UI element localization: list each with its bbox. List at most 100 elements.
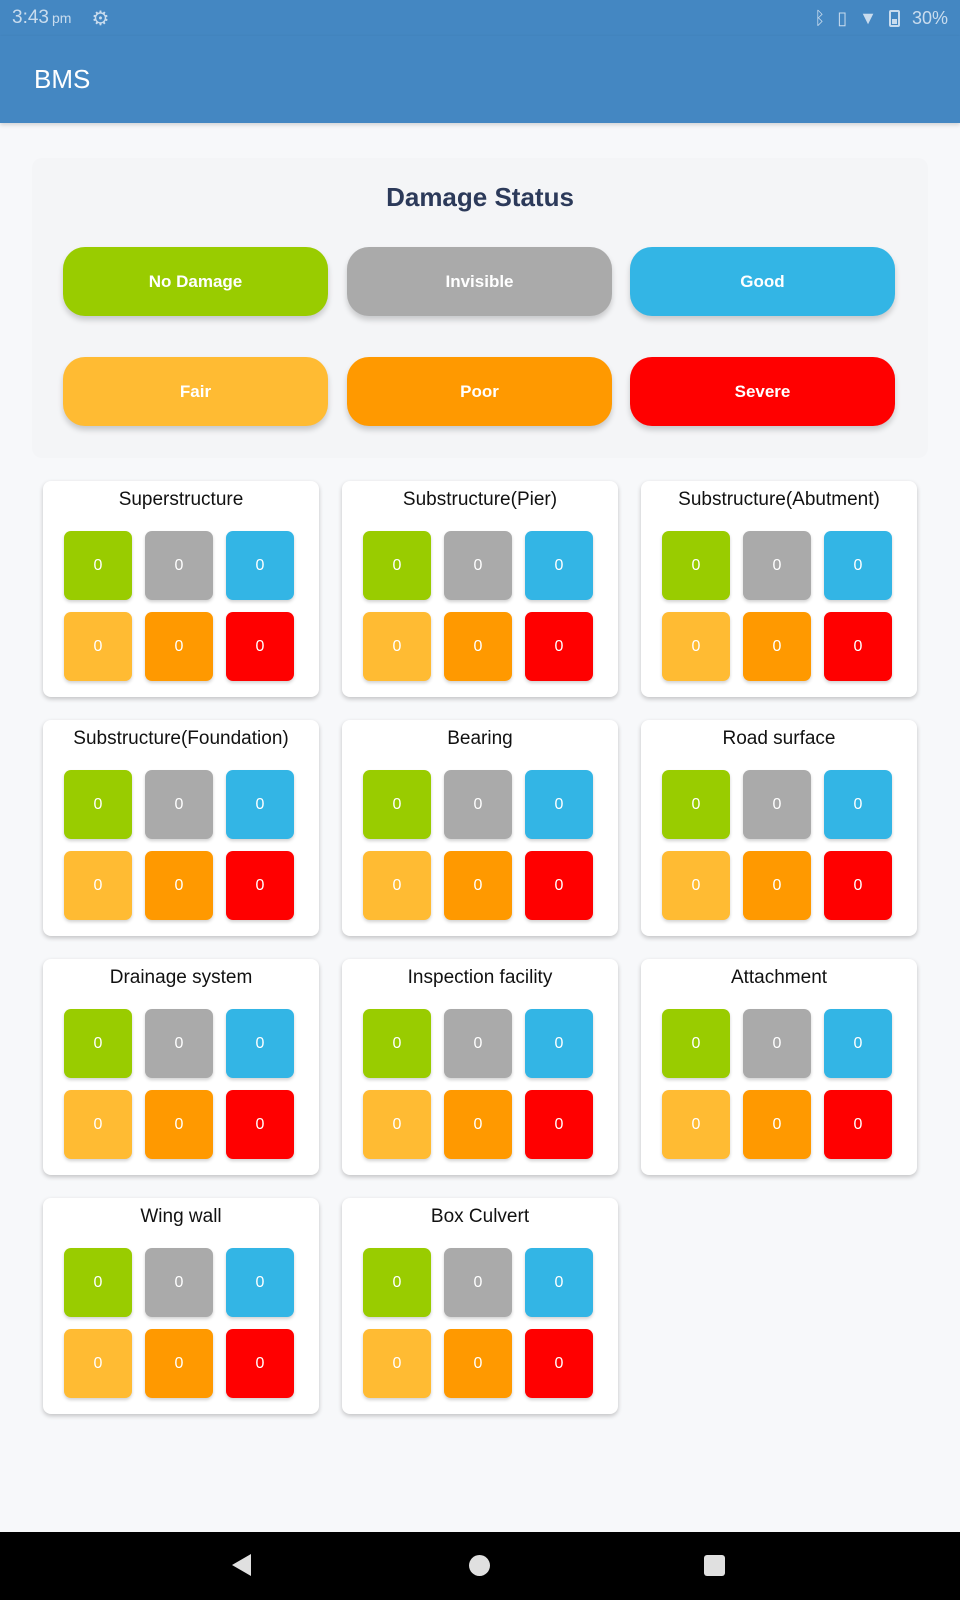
count-severe[interactable]: 0 (226, 612, 294, 681)
count-good[interactable]: 0 (824, 531, 892, 600)
count-poor[interactable]: 0 (444, 851, 512, 920)
count-good[interactable]: 0 (525, 531, 593, 600)
count-no-damage[interactable]: 0 (64, 1248, 132, 1317)
recent-apps-icon[interactable] (704, 1555, 725, 1576)
count-poor[interactable]: 0 (444, 1329, 512, 1398)
component-card[interactable]: Substructure(Foundation) 0 0 0 0 0 0 (43, 720, 319, 936)
count-invisible[interactable]: 0 (743, 770, 811, 839)
count-fair[interactable]: 0 (363, 1090, 431, 1159)
back-icon[interactable] (232, 1554, 251, 1576)
count-severe[interactable]: 0 (824, 1090, 892, 1159)
status-time: 3:43 pm (12, 7, 72, 28)
count-severe[interactable]: 0 (226, 1090, 294, 1159)
legend-no-damage-button[interactable]: No Damage (63, 247, 328, 316)
count-fair[interactable]: 0 (363, 612, 431, 681)
count-fair[interactable]: 0 (363, 1329, 431, 1398)
navigation-bar (0, 1532, 960, 1600)
count-poor[interactable]: 0 (444, 1090, 512, 1159)
count-poor[interactable]: 0 (743, 851, 811, 920)
component-card[interactable]: Wing wall 0 0 0 0 0 0 (43, 1198, 319, 1414)
count-fair[interactable]: 0 (363, 851, 431, 920)
component-card-title: Inspection facility (407, 967, 553, 988)
component-card-title: Box Culvert (430, 1206, 530, 1227)
count-poor[interactable]: 0 (145, 612, 213, 681)
status-bar: 3:43 pm ⚙ ᛒ ▯ ▼ 30% (0, 0, 960, 36)
app-title: BMS (34, 64, 91, 94)
count-poor[interactable]: 0 (743, 612, 811, 681)
count-good[interactable]: 0 (226, 770, 294, 839)
component-card[interactable]: Box Culvert 0 0 0 0 0 0 (342, 1198, 618, 1414)
legend-good-button[interactable]: Good (630, 247, 895, 316)
count-poor[interactable]: 0 (444, 612, 512, 681)
count-severe[interactable]: 0 (525, 1329, 593, 1398)
count-fair[interactable]: 0 (662, 1090, 730, 1159)
component-card-title: Bearing (447, 728, 513, 749)
count-fair[interactable]: 0 (662, 612, 730, 681)
count-good[interactable]: 0 (525, 1248, 593, 1317)
count-fair[interactable]: 0 (64, 851, 132, 920)
count-invisible[interactable]: 0 (444, 1009, 512, 1078)
count-no-damage[interactable]: 0 (363, 1009, 431, 1078)
count-good[interactable]: 0 (226, 531, 294, 600)
component-card[interactable]: Substructure(Pier) 0 0 0 0 0 0 (342, 481, 618, 697)
count-good[interactable]: 0 (525, 770, 593, 839)
count-severe[interactable]: 0 (525, 612, 593, 681)
count-poor[interactable]: 0 (145, 1090, 213, 1159)
count-poor[interactable]: 0 (743, 1090, 811, 1159)
count-poor[interactable]: 0 (145, 1329, 213, 1398)
app-bar: BMS (0, 36, 960, 123)
count-severe[interactable]: 0 (226, 851, 294, 920)
count-no-damage[interactable]: 0 (662, 1009, 730, 1078)
component-card[interactable]: Superstructure 0 0 0 0 0 0 (43, 481, 319, 697)
count-invisible[interactable]: 0 (743, 531, 811, 600)
count-no-damage[interactable]: 0 (64, 770, 132, 839)
count-no-damage[interactable]: 0 (64, 531, 132, 600)
component-card[interactable]: Substructure(Abutment) 0 0 0 0 0 0 (641, 481, 917, 697)
component-card[interactable]: Attachment 0 0 0 0 0 0 (641, 959, 917, 1175)
count-no-damage[interactable]: 0 (363, 1248, 431, 1317)
component-card[interactable]: Inspection facility 0 0 0 0 0 0 (342, 959, 618, 1175)
count-invisible[interactable]: 0 (145, 531, 213, 600)
component-card-title: Drainage system (109, 967, 253, 988)
count-no-damage[interactable]: 0 (64, 1009, 132, 1078)
count-invisible[interactable]: 0 (145, 770, 213, 839)
component-card[interactable]: Road surface 0 0 0 0 0 0 (641, 720, 917, 936)
count-invisible[interactable]: 0 (444, 531, 512, 600)
home-icon[interactable] (469, 1555, 490, 1576)
count-no-damage[interactable]: 0 (363, 770, 431, 839)
count-good[interactable]: 0 (824, 1009, 892, 1078)
count-no-damage[interactable]: 0 (662, 531, 730, 600)
count-no-damage[interactable]: 0 (662, 770, 730, 839)
count-invisible[interactable]: 0 (743, 1009, 811, 1078)
count-severe[interactable]: 0 (525, 1090, 593, 1159)
component-card[interactable]: Drainage system 0 0 0 0 0 0 (43, 959, 319, 1175)
count-fair[interactable]: 0 (64, 612, 132, 681)
legend-title: Damage Status (386, 182, 574, 212)
count-invisible[interactable]: 0 (444, 1248, 512, 1317)
legend-severe-button[interactable]: Severe (630, 357, 895, 426)
count-invisible[interactable]: 0 (444, 770, 512, 839)
count-severe[interactable]: 0 (824, 612, 892, 681)
count-good[interactable]: 0 (226, 1009, 294, 1078)
component-card[interactable]: Bearing 0 0 0 0 0 0 (342, 720, 618, 936)
component-card-title: Attachment (730, 967, 828, 988)
count-severe[interactable]: 0 (226, 1329, 294, 1398)
count-severe[interactable]: 0 (824, 851, 892, 920)
count-good[interactable]: 0 (824, 770, 892, 839)
count-no-damage[interactable]: 0 (363, 531, 431, 600)
component-card-title: Substructure(Foundation) (73, 728, 289, 749)
legend-invisible-button[interactable]: Invisible (347, 247, 612, 316)
count-severe[interactable]: 0 (525, 851, 593, 920)
count-invisible[interactable]: 0 (145, 1248, 213, 1317)
legend-poor-button[interactable]: Poor (347, 357, 612, 426)
count-fair[interactable]: 0 (662, 851, 730, 920)
bluetooth-icon: ᛒ (814, 7, 826, 28)
count-good[interactable]: 0 (226, 1248, 294, 1317)
count-good[interactable]: 0 (525, 1009, 593, 1078)
count-invisible[interactable]: 0 (145, 1009, 213, 1078)
component-card-title: Substructure(Abutment) (678, 489, 880, 510)
count-poor[interactable]: 0 (145, 851, 213, 920)
count-fair[interactable]: 0 (64, 1329, 132, 1398)
legend-fair-button[interactable]: Fair (63, 357, 328, 426)
count-fair[interactable]: 0 (64, 1090, 132, 1159)
